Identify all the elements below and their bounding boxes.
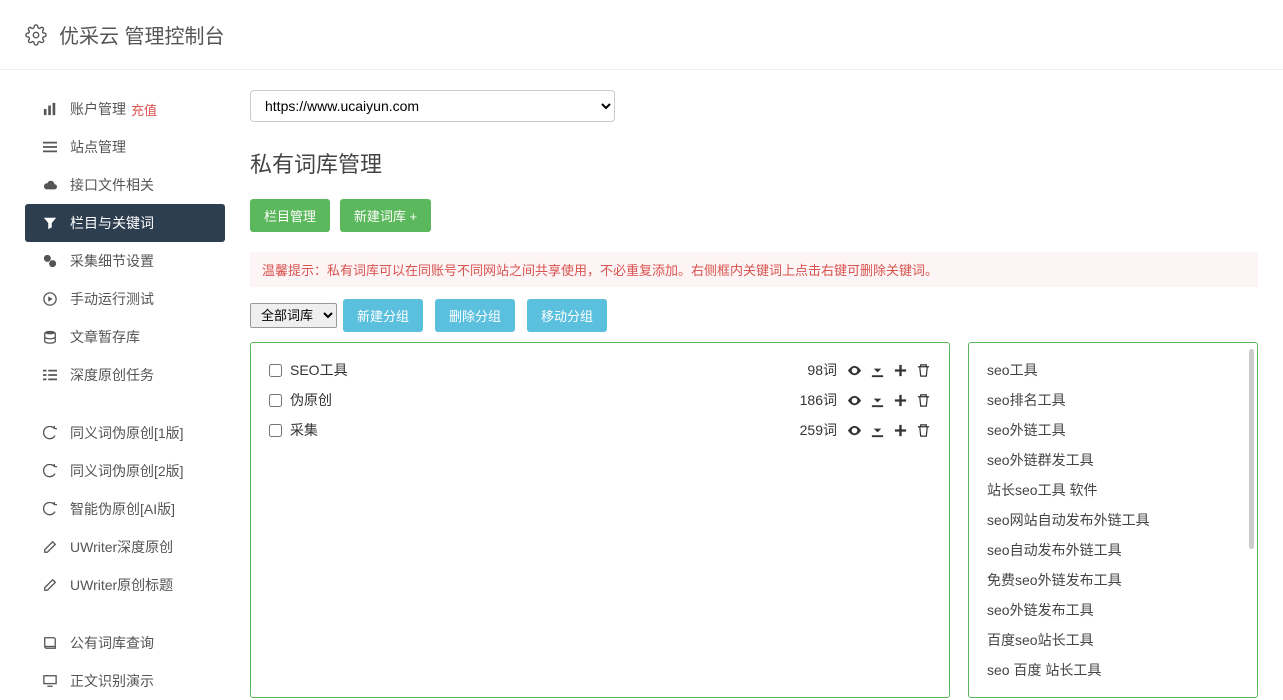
app-title: 优采云 管理控制台	[59, 20, 225, 49]
sidebar-item-api[interactable]: 接口文件相关	[25, 166, 225, 204]
sidebar-item-site[interactable]: 站点管理	[25, 128, 225, 166]
site-select[interactable]: https://www.ucaiyun.com	[250, 90, 615, 122]
wordlib-count: 186词	[800, 390, 837, 410]
sidebar-item-syn1[interactable]: 同义词伪原创[1版]	[25, 414, 225, 452]
edit-icon	[40, 540, 60, 554]
sidebar-label: 采集细节设置	[70, 251, 154, 271]
plus-icon[interactable]	[893, 423, 908, 438]
sidebar-label: 接口文件相关	[70, 175, 154, 195]
refresh-icon	[40, 426, 60, 440]
sidebar-label: 公有词库查询	[70, 633, 154, 653]
trash-icon[interactable]	[916, 423, 931, 438]
wordlib-name[interactable]: 采集	[290, 420, 800, 440]
keyword-item[interactable]: seo自动发布外链工具	[987, 535, 1239, 565]
download-icon[interactable]	[870, 393, 885, 408]
sidebar-item-public[interactable]: 公有词库查询	[25, 624, 225, 662]
keyword-item[interactable]: seo排名工具	[987, 385, 1239, 415]
gears-icon	[40, 254, 60, 268]
trash-icon[interactable]	[916, 363, 931, 378]
wordlib-row: SEO工具 98词	[269, 355, 931, 385]
sidebar-label: 深度原创任务	[70, 365, 154, 385]
database-icon	[40, 330, 60, 344]
sidebar-label: UWriter深度原创	[70, 537, 173, 557]
sidebar-label: 正文识别演示	[70, 671, 154, 691]
divider	[25, 604, 225, 624]
sidebar-item-uwriter[interactable]: UWriter深度原创	[25, 528, 225, 566]
sidebar-label: 文章暂存库	[70, 327, 140, 347]
keyword-item[interactable]: 百度seo站长工具	[987, 625, 1239, 655]
wordlib-checkbox[interactable]	[269, 424, 282, 437]
sidebar-label: 账户管理	[70, 99, 126, 119]
wordlib-count: 259词	[800, 420, 837, 440]
plus-icon[interactable]	[893, 393, 908, 408]
sidebar-item-collect[interactable]: 采集细节设置	[25, 242, 225, 280]
keyword-item[interactable]: seo外链群发工具	[987, 445, 1239, 475]
sidebar-label: 智能伪原创[AI版]	[70, 499, 175, 519]
filter-icon	[40, 216, 60, 230]
keyword-item[interactable]: seo外链工具	[987, 415, 1239, 445]
recharge-badge: 充值	[131, 100, 157, 119]
new-group-button[interactable]: 新建分组	[343, 299, 423, 332]
sidebar-item-syn2[interactable]: 同义词伪原创[2版]	[25, 452, 225, 490]
sidebar-item-manual[interactable]: 手动运行测试	[25, 280, 225, 318]
sidebar-label: 同义词伪原创[1版]	[70, 423, 184, 443]
plus-icon[interactable]	[893, 363, 908, 378]
refresh-icon	[40, 464, 60, 478]
sidebar-item-keywords[interactable]: 栏目与关键词	[25, 204, 225, 242]
trash-icon[interactable]	[916, 393, 931, 408]
wordlib-name[interactable]: 伪原创	[290, 390, 800, 410]
play-icon	[40, 292, 60, 306]
wordlib-panel: SEO工具 98词 伪原创 186词 采集 259词	[250, 342, 950, 698]
wordlib-row: 采集 259词	[269, 415, 931, 445]
wordlib-count: 98词	[807, 360, 837, 380]
download-icon[interactable]	[870, 363, 885, 378]
delete-group-button[interactable]: 删除分组	[435, 299, 515, 332]
eye-icon[interactable]	[847, 363, 862, 378]
chart-icon	[40, 102, 60, 116]
sidebar-item-ai[interactable]: 智能伪原创[AI版]	[25, 490, 225, 528]
page-title: 私有词库管理	[250, 147, 1258, 179]
column-manage-button[interactable]: 栏目管理	[250, 199, 330, 232]
sidebar-item-demo[interactable]: 正文识别演示	[25, 662, 225, 700]
keyword-panel[interactable]: seo工具seo排名工具seo外链工具seo外链群发工具站长seo工具 软件se…	[968, 342, 1258, 698]
wordlib-checkbox[interactable]	[269, 364, 282, 377]
wordlib-name[interactable]: SEO工具	[290, 360, 807, 380]
sidebar-item-account[interactable]: 账户管理 充值	[25, 90, 225, 128]
sidebar-label: 站点管理	[70, 137, 126, 157]
keyword-item[interactable]: 站长seo工具 软件	[987, 475, 1239, 505]
wordlib-row: 伪原创 186词	[269, 385, 931, 415]
monitor-icon	[40, 674, 60, 688]
cloud-icon	[40, 178, 60, 192]
sidebar-item-deep[interactable]: 深度原创任务	[25, 356, 225, 394]
keyword-item[interactable]: seo网站自动发布外链工具	[987, 505, 1239, 535]
group-select[interactable]: 全部词库	[250, 303, 337, 328]
tip-message: 温馨提示：私有词库可以在同账号不同网站之间共享使用，不必重复添加。右侧框内关键词…	[250, 252, 1258, 287]
keyword-item[interactable]: 免费seo外链发布工具	[987, 565, 1239, 595]
list-icon	[40, 140, 60, 154]
tasks-icon	[40, 368, 60, 382]
keyword-item[interactable]: seo外链发布工具	[987, 595, 1239, 625]
main-content: https://www.ucaiyun.com 私有词库管理 栏目管理 新建词库…	[225, 90, 1283, 700]
sidebar-item-uwriter-title[interactable]: UWriter原创标题	[25, 566, 225, 604]
divider	[25, 394, 225, 414]
header: 优采云 管理控制台	[0, 0, 1283, 70]
sidebar-label: 栏目与关键词	[70, 213, 154, 233]
sidebar-label: 手动运行测试	[70, 289, 154, 309]
download-icon[interactable]	[870, 423, 885, 438]
sidebar-label: 同义词伪原创[2版]	[70, 461, 184, 481]
wordlib-checkbox[interactable]	[269, 394, 282, 407]
refresh-icon	[40, 502, 60, 516]
sidebar: 账户管理 充值 站点管理 接口文件相关 栏目与关键词 采集细节设置 手动运行测试…	[0, 90, 225, 700]
sidebar-item-storage[interactable]: 文章暂存库	[25, 318, 225, 356]
book-icon	[40, 636, 60, 650]
sidebar-label: UWriter原创标题	[70, 575, 173, 595]
edit-icon	[40, 578, 60, 592]
eye-icon[interactable]	[847, 393, 862, 408]
new-wordlib-button[interactable]: 新建词库 +	[340, 199, 431, 232]
keyword-item[interactable]: seo 百度 站长工具	[987, 655, 1239, 685]
gear-icon	[25, 24, 47, 46]
keyword-item[interactable]: seo工具	[987, 355, 1239, 385]
move-group-button[interactable]: 移动分组	[527, 299, 607, 332]
eye-icon[interactable]	[847, 423, 862, 438]
